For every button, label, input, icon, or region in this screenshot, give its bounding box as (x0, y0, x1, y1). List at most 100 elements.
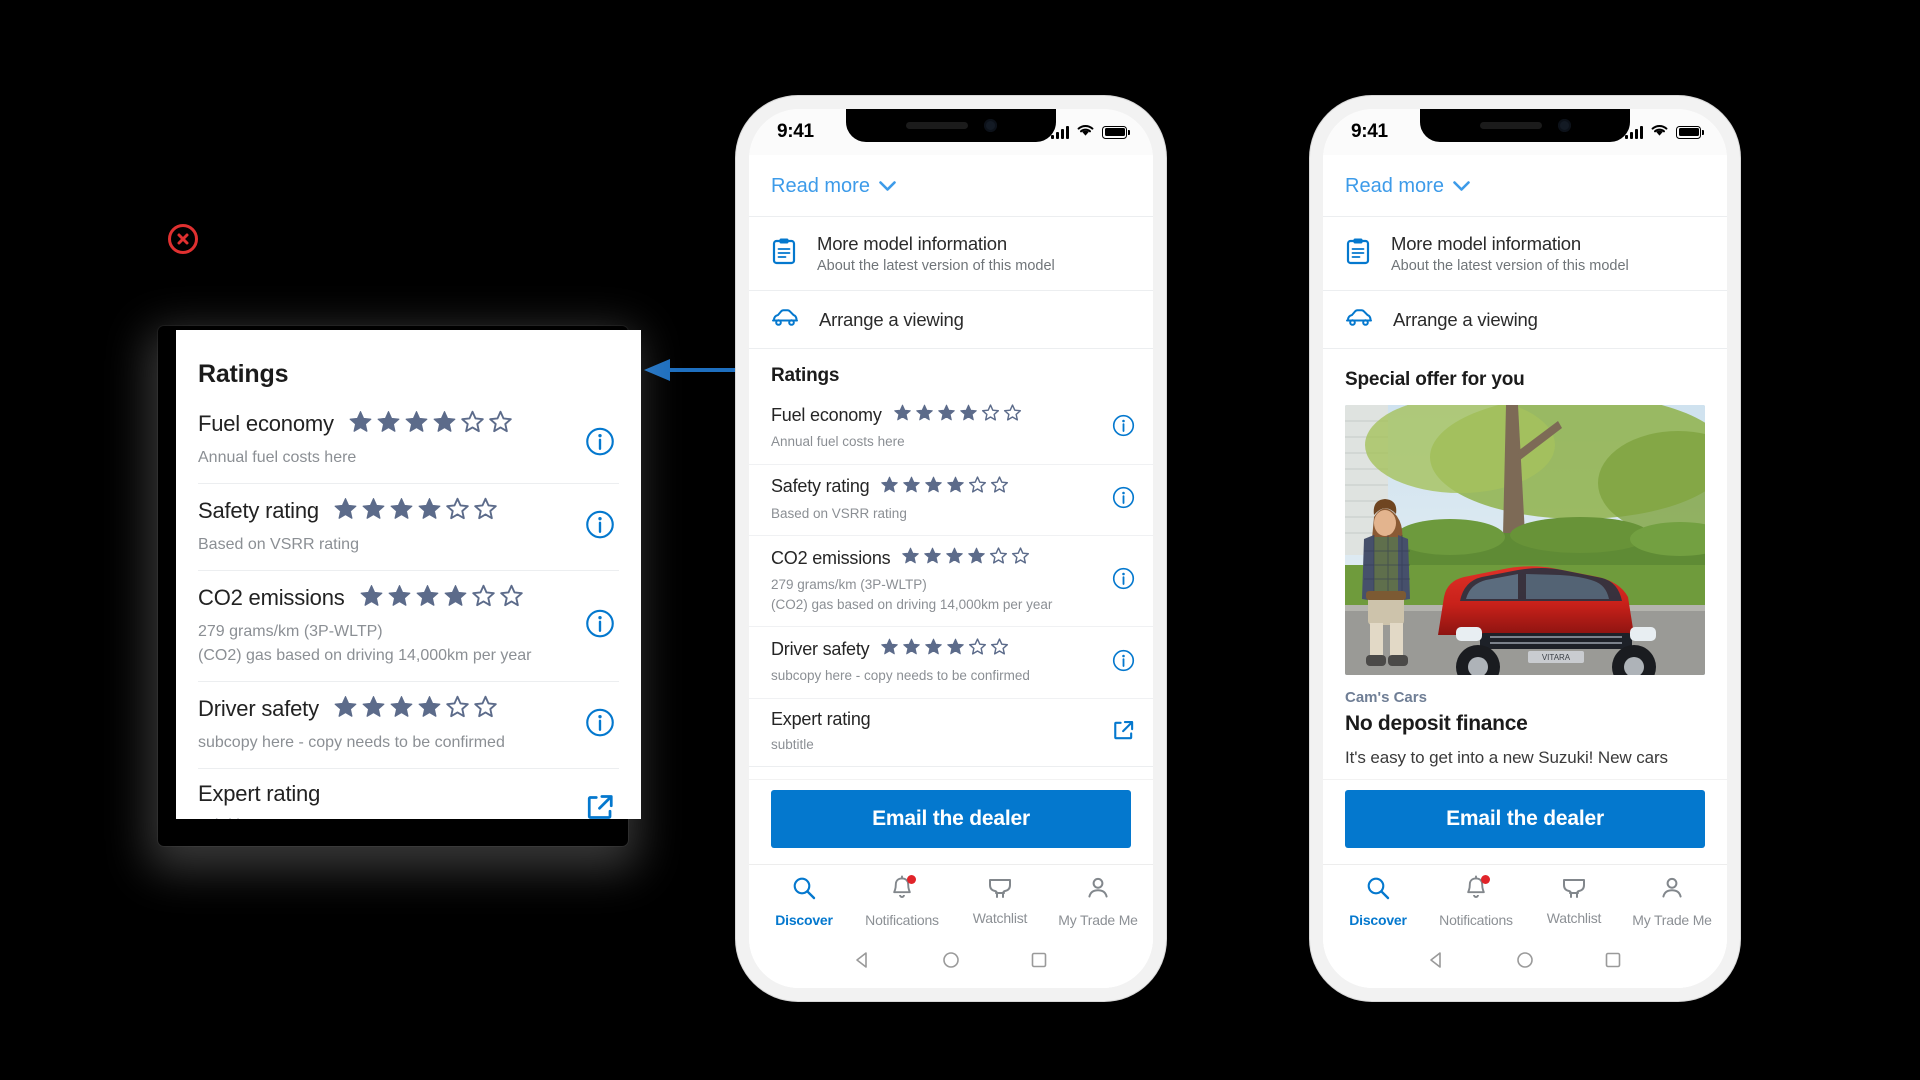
info-icon[interactable] (1112, 486, 1135, 514)
offer-headline: No deposit finance (1345, 712, 1528, 735)
star-filled-icon (924, 637, 943, 661)
content-scroll-area[interactable]: Read more More model information About t… (1323, 155, 1727, 779)
star-filled-icon (389, 694, 414, 724)
bottom-tab-bar: Discover Notifications Watchlist My Trade M… (1323, 864, 1727, 936)
read-more-label: Read more (771, 175, 870, 197)
tab-notifications[interactable]: Notifications (853, 875, 951, 928)
watchlist-icon (1560, 875, 1588, 904)
chevron-down-icon (879, 175, 896, 198)
callout-row-fuel-economy[interactable]: Fuel economy Annual fuel costs here (198, 405, 619, 483)
tab-my-trade-me[interactable]: My Trade Me (1049, 875, 1147, 928)
star-empty-icon (981, 403, 1000, 427)
callout-title: Ratings (198, 360, 289, 388)
callout-row-co2-emissions[interactable]: CO2 emissions 279 grams/km (3P-WLTP) (CO2)… (198, 570, 619, 680)
callout-row-subtitle-line: (CO2) gas based on driving 14,000km per … (198, 646, 532, 664)
rating-row-subtitle-line: Based on VSRR rating (771, 505, 907, 521)
star-filled-icon (376, 409, 401, 439)
callout-row-label: Expert rating (198, 780, 321, 806)
tab-watchlist[interactable]: Watchlist (951, 875, 1049, 928)
star-filled-icon (902, 637, 921, 661)
tab-notifications[interactable]: Notifications (1427, 875, 1525, 928)
external-link-icon[interactable] (1112, 719, 1135, 747)
info-icon[interactable] (585, 427, 615, 462)
rating-row-co2-emissions[interactable]: CO2 emissions 279 grams/km (3P-WLTP) (CO2)… (749, 535, 1153, 626)
callout-row-safety-rating[interactable]: Safety rating Based on VSRR rating (198, 483, 619, 570)
star-rating (359, 583, 524, 613)
star-rating (880, 637, 1009, 661)
star-empty-icon (445, 496, 470, 526)
screenshot-stage: Ratings Fuel economy Annual fuel costs he… (0, 0, 1920, 1080)
person-icon (1659, 875, 1685, 906)
status-time: 9:41 (777, 121, 814, 142)
rating-row-driver-safety[interactable]: Driver safety subcopy here - copy needs t… (749, 626, 1153, 698)
tab-discover[interactable]: Discover (1329, 875, 1427, 928)
read-more-toggle[interactable]: Read more (1323, 155, 1727, 216)
star-filled-icon (333, 496, 358, 526)
read-more-toggle[interactable]: Read more (749, 155, 1153, 216)
email-the-dealer-button[interactable]: Email the dealer (771, 790, 1131, 848)
info-icon[interactable] (585, 707, 615, 742)
offer-dealer-name[interactable]: Cam's Cars (1345, 689, 1705, 706)
callout-row-label: Driver safety (198, 695, 319, 721)
circle-home-icon[interactable] (941, 950, 961, 975)
star-empty-icon (968, 637, 987, 661)
info-icon[interactable] (1112, 414, 1135, 442)
offer-image[interactable]: VITARA (1345, 405, 1705, 675)
link-title: Arrange a viewing (1393, 308, 1538, 330)
square-recents-icon[interactable] (1603, 950, 1623, 975)
star-filled-icon (361, 496, 386, 526)
link-more-model-information[interactable]: More model information About the latest … (749, 216, 1153, 290)
star-rating (901, 546, 1030, 570)
info-icon[interactable] (585, 609, 615, 644)
tab-label: Watchlist (1546, 910, 1602, 926)
callout-row-driver-safety[interactable]: Driver safety subcopy here - copy needs t… (198, 680, 619, 768)
star-empty-icon (473, 694, 498, 724)
star-empty-icon (460, 409, 485, 439)
link-arrange-a-viewing[interactable]: Arrange a viewing (1323, 290, 1727, 348)
star-empty-icon (968, 475, 987, 499)
link-title: Arrange a viewing (819, 308, 964, 330)
person-icon (1085, 875, 1111, 906)
clipboard-icon (1345, 237, 1371, 270)
callout-row-subtitle-line: subcopy here - copy needs to be confirme… (198, 733, 505, 751)
link-more-model-information[interactable]: More model information About the latest … (1323, 216, 1727, 290)
star-empty-icon (471, 583, 496, 613)
email-the-dealer-button[interactable]: Email the dealer (1345, 790, 1705, 848)
phone-notch (1420, 109, 1630, 142)
tab-discover[interactable]: Discover (755, 875, 853, 928)
triangle-back-icon[interactable] (853, 950, 873, 975)
tab-label: My Trade Me (1058, 912, 1138, 928)
square-recents-icon[interactable] (1029, 950, 1049, 975)
phone-notch (846, 109, 1056, 142)
star-empty-icon (473, 496, 498, 526)
star-empty-icon (989, 546, 1008, 570)
wifi-icon (1076, 123, 1095, 142)
rating-row-safety-rating[interactable]: Safety rating Based on VSRR rating (749, 463, 1153, 536)
svg-text:VITARA: VITARA (1542, 653, 1571, 662)
star-rating (333, 694, 498, 724)
star-filled-icon (967, 546, 986, 570)
info-icon[interactable] (585, 510, 615, 545)
bottom-tab-bar: Discover Notifications Watchlist My Trade M… (749, 864, 1153, 936)
rating-row-expert-rating[interactable]: Expert rating subtitle (749, 697, 1153, 767)
external-link-icon[interactable] (585, 793, 615, 819)
tab-label: Notifications (1439, 912, 1513, 928)
tab-my-trade-me[interactable]: My Trade Me (1623, 875, 1721, 928)
content-scroll-area[interactable]: Read more More model information About t… (749, 155, 1153, 779)
info-icon[interactable] (1112, 567, 1135, 595)
tab-label: Notifications (865, 912, 939, 928)
tab-watchlist[interactable]: Watchlist (1525, 875, 1623, 928)
rating-row-label: Driver safety (771, 638, 870, 659)
info-icon[interactable] (1112, 649, 1135, 677)
callout-row-expert-rating[interactable]: Expert rating subtitle (198, 767, 619, 819)
offer-body: It's easy to get into a new Suzuki! New … (1345, 748, 1668, 767)
rating-row-subtitle-line: subcopy here - copy needs to be confirme… (771, 668, 1030, 684)
notification-badge (907, 875, 916, 884)
chevron-down-icon (1453, 175, 1470, 198)
triangle-back-icon[interactable] (1427, 950, 1447, 975)
circle-home-icon[interactable] (1515, 950, 1535, 975)
battery-full-icon (1676, 125, 1704, 139)
callout-row-label: CO2 emissions (198, 585, 345, 611)
link-arrange-a-viewing[interactable]: Arrange a viewing (749, 290, 1153, 348)
rating-row-fuel-economy[interactable]: Fuel economy Annual fuel costs here (749, 393, 1153, 464)
